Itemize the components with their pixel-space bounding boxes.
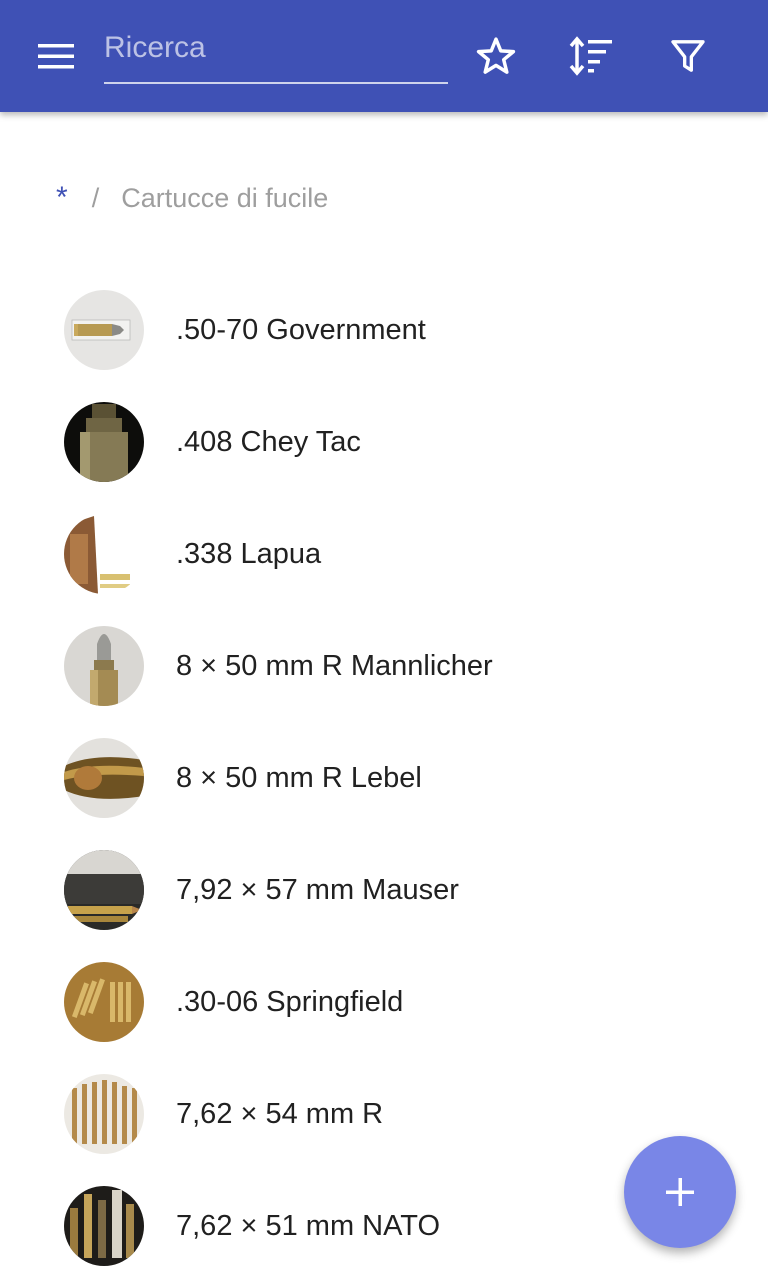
plus-icon — [666, 1178, 694, 1206]
cartridge-list: .50-70 Government .408 Chey Tac .338 Lap — [0, 274, 768, 1282]
cartridge-thumbnail — [64, 1186, 144, 1266]
cartridge-thumbnail — [64, 290, 144, 370]
filter-button[interactable] — [660, 28, 716, 84]
search-input[interactable] — [104, 22, 448, 74]
cartridge-thumbnail — [64, 738, 144, 818]
item-label: .50-70 Government — [176, 314, 426, 346]
favorites-button[interactable] — [468, 28, 524, 84]
list-item[interactable]: 8 × 50 mm R Lebel — [0, 722, 768, 834]
cartridge-thumbnail — [64, 402, 144, 482]
filter-icon — [671, 40, 705, 72]
item-label: .338 Lapua — [176, 538, 322, 570]
breadcrumb-separator: / — [91, 182, 100, 213]
cartridge-thumbnail — [64, 626, 144, 706]
list-item[interactable]: .30-06 Springfield — [0, 946, 768, 1058]
breadcrumb-root[interactable]: * — [56, 181, 68, 215]
list-item[interactable]: .50-70 Government — [0, 274, 768, 386]
list-item[interactable]: .408 Chey Tac — [0, 386, 768, 498]
item-label: 7,92 × 57 mm Mauser — [176, 874, 459, 906]
list-item[interactable]: 8 × 50 mm R Mannlicher — [0, 610, 768, 722]
breadcrumb-current: Cartucce di fucile — [121, 182, 329, 213]
list-item[interactable]: 7,92 × 57 mm Mauser — [0, 834, 768, 946]
item-label: 7,62 × 54 mm R — [176, 1098, 384, 1130]
star-icon — [476, 37, 516, 74]
sort-icon — [569, 36, 612, 76]
cartridge-thumbnail — [64, 962, 144, 1042]
item-label: .30-06 Springfield — [176, 986, 404, 1018]
menu-icon — [38, 44, 74, 69]
item-label: .408 Chey Tac — [176, 426, 361, 458]
cartridge-thumbnail — [64, 850, 144, 930]
sort-button[interactable] — [563, 28, 619, 84]
item-label: 7,62 × 51 mm NATO — [176, 1210, 441, 1242]
search-box — [104, 22, 448, 84]
item-label: 8 × 50 mm R Mannlicher — [176, 650, 493, 682]
list-item[interactable]: .338 Lapua — [0, 498, 768, 610]
breadcrumb: * / Cartucce di fucile — [56, 176, 328, 220]
add-button[interactable] — [624, 1136, 736, 1248]
cartridge-thumbnail — [64, 1074, 144, 1154]
item-label: 8 × 50 mm R Lebel — [176, 762, 422, 794]
menu-button[interactable] — [28, 28, 84, 84]
cartridge-thumbnail — [64, 514, 144, 594]
app-bar — [0, 0, 768, 112]
